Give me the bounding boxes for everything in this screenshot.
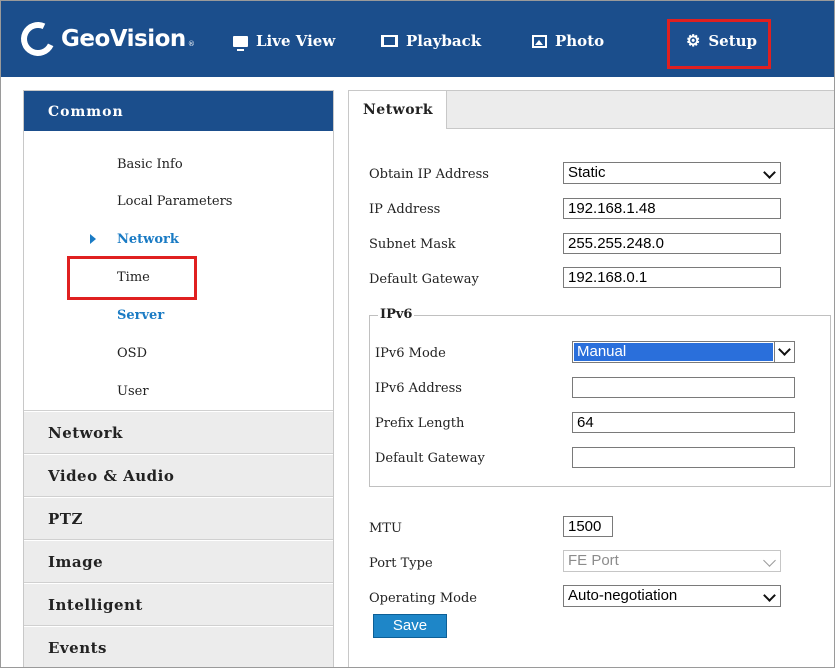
chevron-down-icon: [763, 589, 776, 602]
mtu-label: MTU: [369, 521, 402, 536]
sidebar-category-ptz[interactable]: PTZ: [24, 497, 333, 540]
operating-mode-label: Operating Mode: [369, 591, 477, 606]
obtain-ip-select[interactable]: Static: [563, 162, 781, 184]
sidebar-item-time[interactable]: Time: [117, 270, 150, 285]
chevron-down-icon: [778, 343, 791, 356]
sidebar-item-osd[interactable]: OSD: [117, 346, 147, 361]
nav-playback-label: Playback: [406, 32, 482, 50]
port-type-label: Port Type: [369, 556, 433, 571]
gear-icon: ⚙: [686, 31, 701, 50]
obtain-ip-label: Obtain IP Address: [369, 167, 489, 182]
ipv6-mode-label: IPv6 Mode: [375, 346, 446, 361]
photo-icon: [532, 34, 547, 48]
ipv6-mode-dropdown-button[interactable]: [774, 342, 794, 362]
logo-mark-icon: [16, 17, 60, 61]
sidebar-category-events[interactable]: Events: [24, 626, 333, 667]
ipv6-address-input[interactable]: [572, 377, 795, 398]
arrow-right-icon: [90, 234, 96, 244]
ipv6-mode-value: Manual: [574, 343, 773, 361]
save-button[interactable]: Save: [373, 614, 447, 638]
ipv6-mode-select[interactable]: Manual: [572, 341, 795, 363]
port-type-select: FE Port: [563, 550, 781, 572]
nav-setup[interactable]: ⚙ Setup: [686, 30, 757, 52]
sidebar-category-intelligent[interactable]: Intelligent: [24, 583, 333, 626]
port-type-value: FE Port: [568, 552, 619, 569]
sidebar-category-network[interactable]: Network: [24, 411, 333, 454]
nav-playback[interactable]: Playback: [381, 30, 481, 52]
network-settings-panel: Network Obtain IP Address Static IP Addr…: [348, 90, 834, 667]
ipv6-group: IPv6 IPv6 Mode Manual IPv6 Address Prefi…: [369, 307, 831, 487]
ipv6-legend: IPv6: [378, 307, 415, 322]
ipv6-default-gateway-label: Default Gateway: [375, 451, 485, 466]
app-window: GeoVision ® Live View Playback Photo ⚙ S…: [0, 0, 835, 668]
top-navigation-bar: GeoVision ® Live View Playback Photo ⚙ S…: [1, 1, 834, 77]
ip-address-label: IP Address: [369, 202, 441, 217]
operating-mode-select[interactable]: Auto-negotiation: [563, 585, 781, 607]
sidebar-item-network[interactable]: Network: [117, 232, 179, 247]
sidebar-item-user[interactable]: User: [117, 384, 149, 399]
nav-photo[interactable]: Photo: [532, 30, 604, 52]
settings-sidebar: Common Basic Info Local Parameters Netwo…: [23, 90, 334, 667]
tab-bar: Network: [349, 91, 834, 129]
chevron-down-icon: [763, 554, 776, 567]
subnet-mask-label: Subnet Mask: [369, 237, 456, 252]
nav-live-view-label: Live View: [256, 32, 336, 50]
sidebar-category-image[interactable]: Image: [24, 540, 333, 583]
nav-live-view[interactable]: Live View: [233, 30, 335, 52]
logo-text: GeoVision: [61, 26, 186, 52]
sidebar-item-local-parameters[interactable]: Local Parameters: [117, 194, 232, 209]
film-icon: [381, 35, 398, 47]
prefix-length-input[interactable]: [572, 412, 795, 433]
nav-setup-label: Setup: [708, 32, 758, 50]
default-gateway-input[interactable]: [563, 267, 781, 288]
sidebar-item-basic-info[interactable]: Basic Info: [117, 157, 183, 172]
default-gateway-label: Default Gateway: [369, 272, 479, 287]
common-sub-menu: Basic Info Local Parameters Network Time…: [24, 131, 333, 411]
logo-registered-mark: ®: [187, 40, 195, 48]
subnet-mask-input[interactable]: [563, 233, 781, 254]
ipv6-address-label: IPv6 Address: [375, 381, 462, 396]
sidebar-header-common[interactable]: Common: [24, 91, 333, 131]
nav-photo-label: Photo: [555, 32, 605, 50]
prefix-length-label: Prefix Length: [375, 416, 465, 431]
ip-address-input[interactable]: [563, 198, 781, 219]
ipv6-default-gateway-input[interactable]: [572, 447, 795, 468]
geovision-logo: GeoVision ®: [16, 17, 195, 61]
monitor-icon: [233, 35, 248, 51]
mtu-input[interactable]: [563, 516, 613, 537]
tab-network[interactable]: Network: [349, 91, 447, 129]
operating-mode-value: Auto-negotiation: [568, 587, 678, 604]
sidebar-item-server[interactable]: Server: [117, 308, 164, 323]
sidebar-category-video-audio[interactable]: Video & Audio: [24, 454, 333, 497]
obtain-ip-value: Static: [568, 164, 606, 181]
chevron-down-icon: [763, 166, 776, 179]
